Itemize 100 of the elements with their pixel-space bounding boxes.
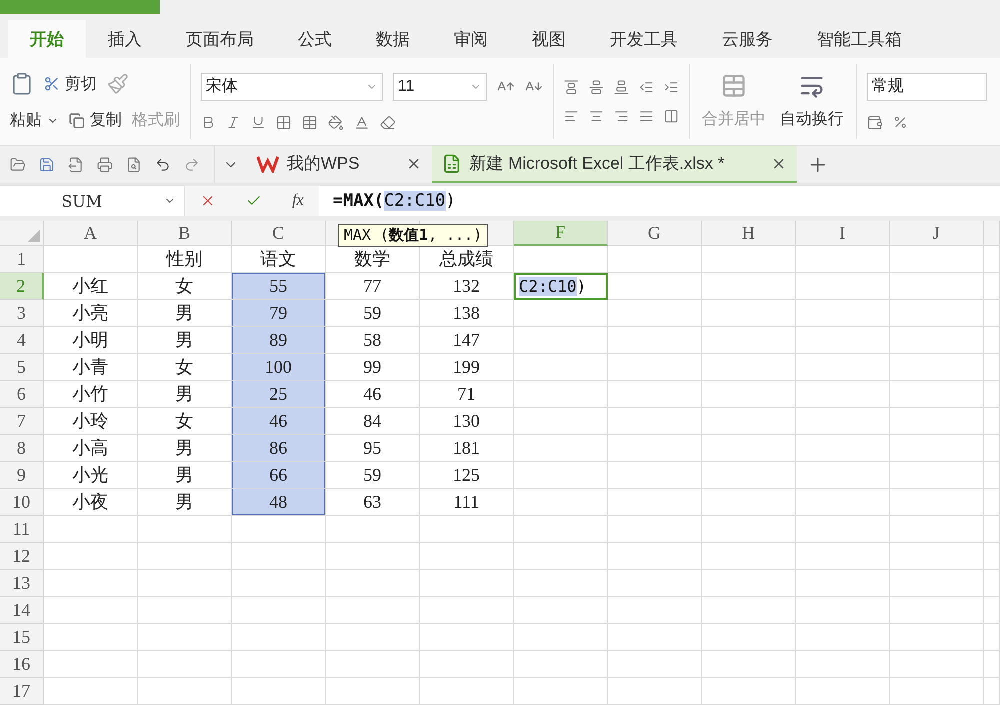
- table-cell[interactable]: 小光: [44, 462, 138, 489]
- table-cell[interactable]: [608, 570, 702, 597]
- table-cell[interactable]: [232, 597, 326, 624]
- table-cell[interactable]: [796, 462, 890, 489]
- table-cell[interactable]: 58: [326, 327, 420, 354]
- row-header[interactable]: 16: [0, 651, 44, 678]
- table-cell[interactable]: [890, 489, 984, 516]
- table-cell[interactable]: [796, 327, 890, 354]
- table-cell[interactable]: 小红: [44, 273, 138, 300]
- table-cell[interactable]: 女: [138, 408, 232, 435]
- table-cell[interactable]: [796, 516, 890, 543]
- table-cell[interactable]: [326, 624, 420, 651]
- table-cell[interactable]: [796, 300, 890, 327]
- column-header[interactable]: G: [608, 221, 702, 246]
- open-folder-icon[interactable]: [10, 156, 26, 172]
- number-format-field[interactable]: 常规: [867, 72, 987, 100]
- table-cell[interactable]: [702, 516, 796, 543]
- ribbon-tab[interactable]: 智能工具箱: [795, 20, 924, 58]
- font-color-icon[interactable]: [354, 114, 370, 130]
- table-cell[interactable]: [608, 462, 702, 489]
- table-cell[interactable]: [890, 651, 984, 678]
- row-header[interactable]: 5: [0, 354, 44, 381]
- table-cell[interactable]: [514, 246, 608, 273]
- font-size-field[interactable]: 11: [393, 72, 487, 100]
- ribbon-tab[interactable]: 插入: [86, 20, 164, 58]
- table-cell[interactable]: [514, 516, 608, 543]
- table-cell[interactable]: 小高: [44, 435, 138, 462]
- table-cell[interactable]: 66: [232, 462, 326, 489]
- table-cell[interactable]: [890, 354, 984, 381]
- table-cell[interactable]: 男: [138, 327, 232, 354]
- wrap-text-button[interactable]: 自动换行: [780, 73, 844, 130]
- table-cell[interactable]: [702, 354, 796, 381]
- table-cell[interactable]: 小青: [44, 354, 138, 381]
- table-cell[interactable]: [890, 408, 984, 435]
- document-tab[interactable]: 新建 Microsoft Excel 工作表.xlsx *: [432, 146, 797, 183]
- table-cell[interactable]: [702, 624, 796, 651]
- table-cell[interactable]: [514, 462, 608, 489]
- table-cell[interactable]: [796, 651, 890, 678]
- table-cell[interactable]: [326, 597, 420, 624]
- paste-button[interactable]: 粘贴: [10, 110, 59, 131]
- table-cell[interactable]: [702, 678, 796, 705]
- table-cell[interactable]: [608, 516, 702, 543]
- table-cell[interactable]: [420, 597, 514, 624]
- table-cell[interactable]: [796, 246, 890, 273]
- table-cell[interactable]: [796, 624, 890, 651]
- font-name-field[interactable]: 宋体: [201, 72, 383, 100]
- table-cell[interactable]: [514, 489, 608, 516]
- table-cell[interactable]: 63: [326, 489, 420, 516]
- table-cell[interactable]: [890, 300, 984, 327]
- align-center-icon[interactable]: [589, 108, 604, 124]
- table-cell[interactable]: [702, 327, 796, 354]
- align-top-icon[interactable]: [564, 80, 579, 94]
- table-cell[interactable]: 59: [326, 462, 420, 489]
- table-cell[interactable]: 71: [420, 381, 514, 408]
- row-header[interactable]: 6: [0, 381, 44, 408]
- table-cell[interactable]: [420, 543, 514, 570]
- table-cell[interactable]: [608, 543, 702, 570]
- table-cell[interactable]: [608, 489, 702, 516]
- table-cell[interactable]: [326, 516, 420, 543]
- distribute-icon[interactable]: [664, 108, 679, 124]
- table-cell[interactable]: [984, 570, 1000, 597]
- table-cell[interactable]: [232, 624, 326, 651]
- table-cell[interactable]: [232, 651, 326, 678]
- print-preview-icon[interactable]: [126, 156, 142, 172]
- row-header[interactable]: 9: [0, 462, 44, 489]
- table-cell[interactable]: [890, 516, 984, 543]
- table-cell[interactable]: [138, 597, 232, 624]
- table-cell[interactable]: [702, 381, 796, 408]
- indent-decrease-icon[interactable]: [639, 80, 654, 94]
- table-cell[interactable]: [44, 651, 138, 678]
- table-cell[interactable]: [232, 678, 326, 705]
- table-cell[interactable]: [796, 570, 890, 597]
- table-cell[interactable]: [890, 570, 984, 597]
- table-cell[interactable]: [420, 651, 514, 678]
- ribbon-tab[interactable]: 视图: [510, 20, 588, 58]
- table-cell[interactable]: [890, 678, 984, 705]
- select-all-corner[interactable]: [0, 221, 44, 246]
- row-header[interactable]: 17: [0, 678, 44, 705]
- column-header[interactable]: B: [138, 221, 232, 246]
- table-cell[interactable]: [984, 300, 1000, 327]
- align-left-icon[interactable]: [564, 108, 579, 124]
- table-cell[interactable]: [702, 435, 796, 462]
- table-cell[interactable]: 138: [420, 300, 514, 327]
- row-header[interactable]: 8: [0, 435, 44, 462]
- table-cell[interactable]: [608, 381, 702, 408]
- table-cell[interactable]: [984, 462, 1000, 489]
- undo-icon[interactable]: [155, 156, 171, 172]
- underline-icon[interactable]: [251, 115, 266, 130]
- table-cell[interactable]: [44, 597, 138, 624]
- table-cell[interactable]: [702, 300, 796, 327]
- table-cell[interactable]: [890, 327, 984, 354]
- column-header[interactable]: C: [232, 221, 326, 246]
- table-cell[interactable]: [608, 624, 702, 651]
- table-cell[interactable]: 48: [232, 489, 326, 516]
- table-cell[interactable]: 数学: [326, 246, 420, 273]
- function-button[interactable]: fx: [292, 192, 304, 210]
- table-cell[interactable]: [702, 651, 796, 678]
- percent-icon[interactable]: [893, 115, 908, 130]
- table-cell[interactable]: 95: [326, 435, 420, 462]
- table-cell[interactable]: 小夜: [44, 489, 138, 516]
